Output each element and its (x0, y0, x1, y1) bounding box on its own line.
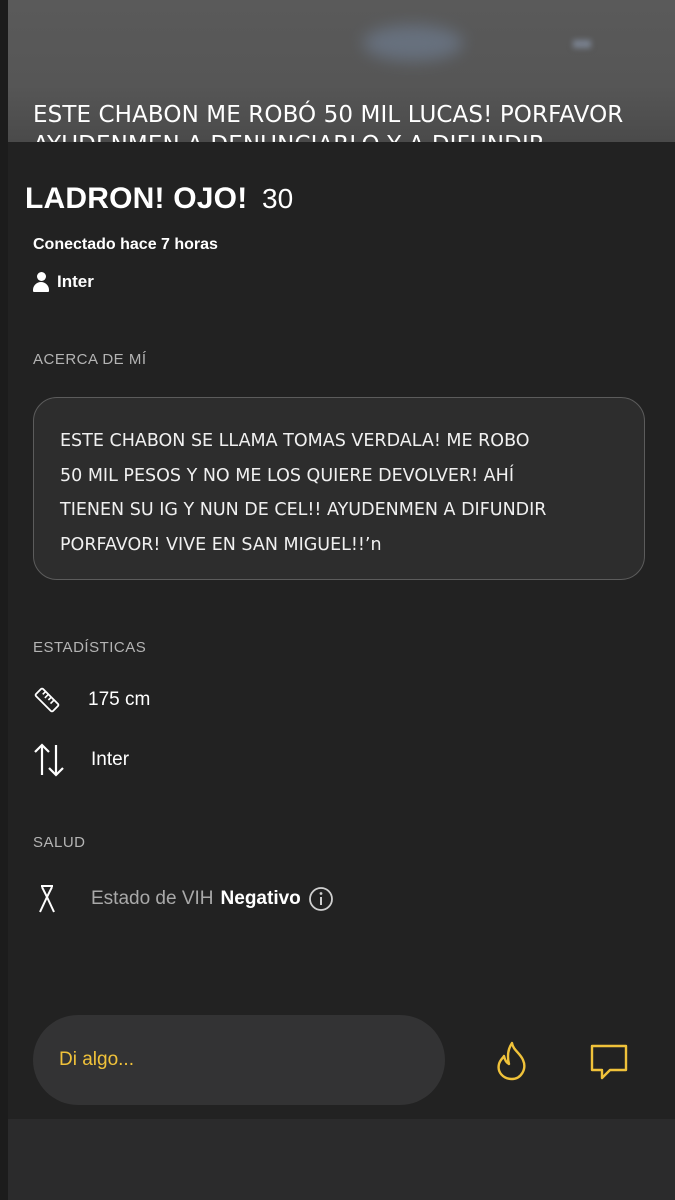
online-status: Conectado hace 7 horas (33, 236, 218, 253)
position-value: Inter (91, 749, 130, 770)
stat-hiv: Estado de VIH Negativo (33, 884, 334, 914)
about-line: TIENEN SU IG Y NUN DE CEL!! AYUDENMEN A … (60, 500, 547, 520)
ruler-icon (34, 687, 60, 713)
message-input[interactable]: Di algo... (33, 1015, 445, 1105)
profile-age: 30 (262, 183, 294, 214)
about-line: PORFAVOR! VIVE EN SAN MIGUEL!!’n (60, 534, 382, 555)
stat-height: 175 cm (33, 686, 150, 714)
person-icon (33, 272, 49, 292)
stat-position: Inter (33, 742, 129, 778)
up-down-arrows-icon (34, 743, 64, 777)
info-icon[interactable] (308, 886, 334, 912)
profile-headline: ESTE CHABON ME ROBÓ 50 MIL LUCAS! PORFAV… (33, 102, 624, 142)
message-placeholder: Di algo... (59, 1049, 134, 1070)
height-value: 175 cm (88, 689, 151, 710)
health-section-label: SALUD (33, 834, 86, 851)
hiv-value: Negativo (220, 888, 301, 909)
photo-blur-dot (573, 40, 591, 48)
profile-name: LADRON! OJO! (25, 182, 247, 216)
about-text-box: ESTE CHABON SE LLAMA TOMAS VERDALA! ME R… (33, 397, 645, 580)
stats-section-label: ESTADÍSTICAS (33, 639, 147, 656)
profile-photo-header[interactable]: ESTE CHABON ME ROBÓ 50 MIL LUCAS! PORFAV… (8, 0, 675, 142)
about-line: 50 MIL PESOS Y NO ME LOS QUIERE DEVOLVER… (60, 465, 514, 486)
profile-role: Inter (33, 272, 94, 292)
bottom-band (8, 1119, 675, 1200)
about-line: ESTE CHABON SE LLAMA TOMAS VERDALA! ME R… (60, 431, 530, 451)
awareness-ribbon-icon (39, 885, 55, 913)
display-name: LADRON! OJO! (25, 182, 248, 215)
role-label: Inter (57, 272, 94, 291)
photo-blur-shape (363, 25, 463, 61)
chat-bubble-icon[interactable] (588, 1042, 630, 1082)
about-section-label: ACERCA DE MÍ (33, 351, 147, 368)
profile-panel (8, 142, 675, 1119)
hiv-label: Estado de VIH (91, 888, 214, 909)
flame-icon[interactable] (493, 1040, 531, 1082)
left-edge-strip (0, 0, 8, 1200)
